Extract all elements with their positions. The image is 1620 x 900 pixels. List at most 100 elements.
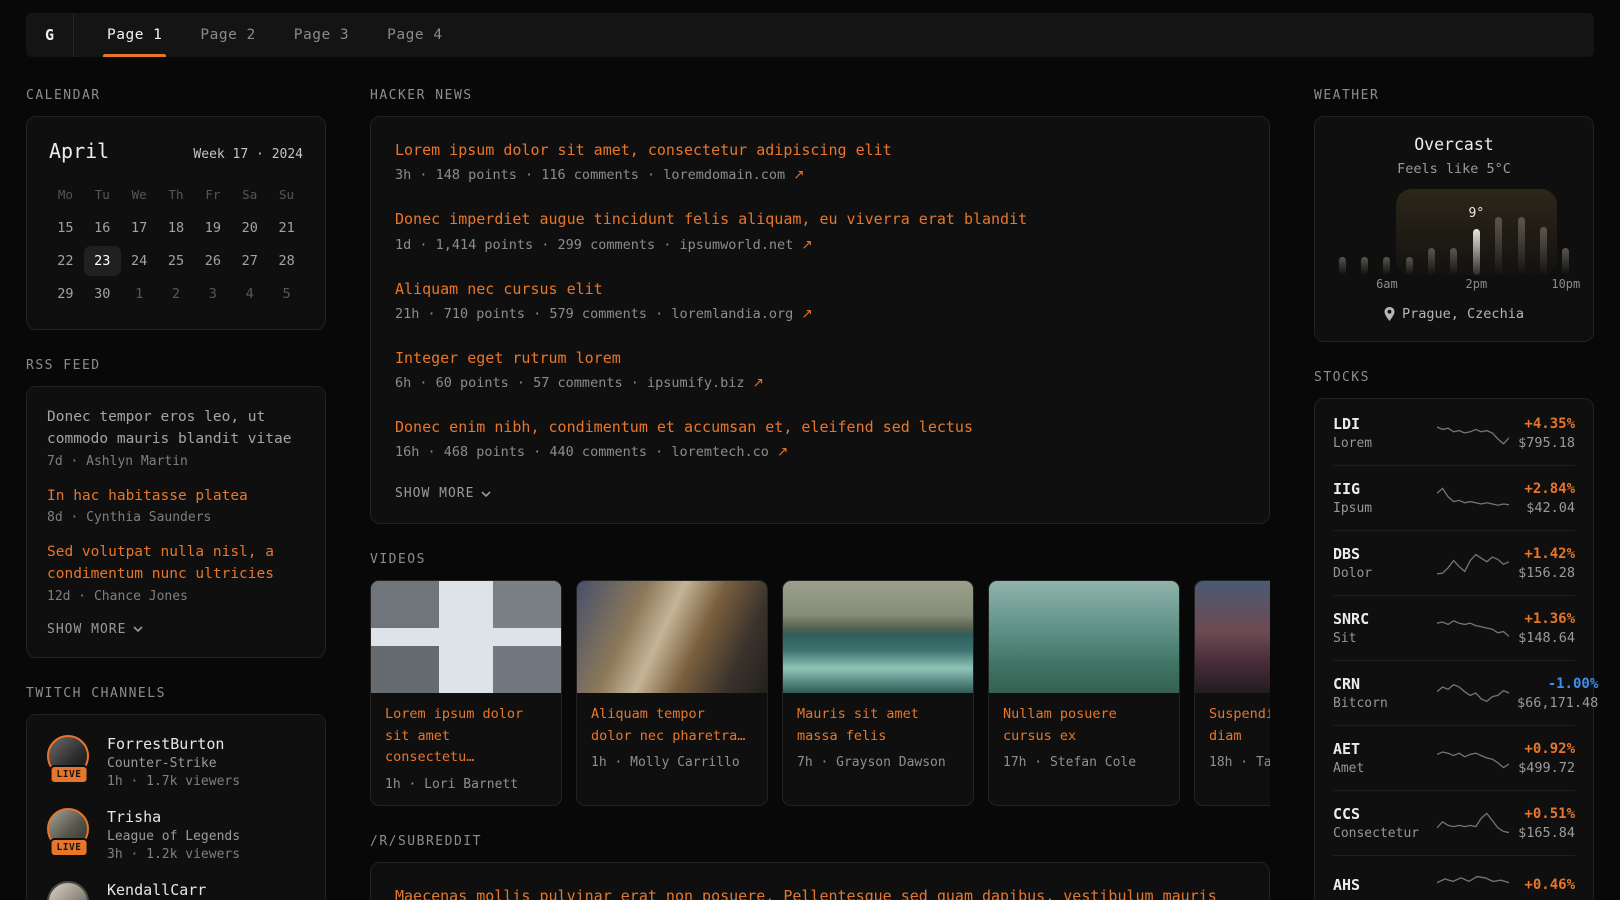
rss-item-title[interactable]: Donec tempor eros leo, ut commodo mauris… bbox=[47, 407, 305, 451]
tab-page-4[interactable]: Page 4 bbox=[368, 13, 461, 57]
weather-section: WEATHER Overcast Feels like 5°C 9°6am2pm… bbox=[1314, 88, 1594, 342]
calendar-day[interactable]: 19 bbox=[194, 213, 231, 243]
hacker-news-section: HACKER NEWS Lorem ipsum dolor sit amet, … bbox=[370, 88, 1270, 524]
twitch-channel-name[interactable]: Trisha bbox=[107, 808, 240, 826]
video-title[interactable]: Mauris sit amet massa felis bbox=[797, 704, 959, 747]
stock-price: $795.18 bbox=[1517, 435, 1575, 451]
stock-sparkline bbox=[1437, 418, 1509, 448]
stock-row[interactable]: LDILorem+4.35%$795.18 bbox=[1333, 401, 1575, 465]
calendar-day[interactable]: 15 bbox=[47, 213, 84, 243]
video-card[interactable]: Lorem ipsum dolor sit amet consectetu…1h… bbox=[370, 580, 562, 806]
calendar-day[interactable]: 27 bbox=[231, 246, 268, 276]
hn-story-title[interactable]: Integer eget rutrum lorem bbox=[395, 347, 1245, 370]
rss-card: Donec tempor eros leo, ut commodo mauris… bbox=[26, 386, 326, 658]
calendar-day[interactable]: 22 bbox=[47, 246, 84, 276]
twitch-channel-name[interactable]: KendallCarr bbox=[107, 881, 206, 899]
video-card[interactable]: Aliquam tempor dolor nec pharetra…1h · M… bbox=[576, 580, 768, 806]
hn-story-title[interactable]: Lorem ipsum dolor sit amet, consectetur … bbox=[395, 139, 1245, 162]
app-logo[interactable]: G bbox=[26, 13, 74, 57]
weather-feels-like: Feels like 5°C bbox=[1331, 161, 1577, 177]
twitch-channel-name[interactable]: ForrestBurton bbox=[107, 735, 240, 753]
calendar-day[interactable]: 25 bbox=[158, 246, 195, 276]
video-thumbnail bbox=[577, 581, 767, 693]
stock-price: $499.72 bbox=[1517, 760, 1575, 776]
video-meta: 18h · Tara bbox=[1209, 755, 1270, 770]
show-more-button[interactable]: SHOW MORE bbox=[395, 486, 491, 501]
calendar-day[interactable]: 24 bbox=[121, 246, 158, 276]
calendar-day-selected[interactable]: 23 bbox=[84, 246, 121, 276]
stock-row[interactable]: IIGIpsum+2.84%$42.04 bbox=[1333, 465, 1575, 530]
weather-bar bbox=[1562, 248, 1569, 275]
video-title[interactable]: Lorem ipsum dolor sit amet consectetu… bbox=[385, 704, 547, 769]
external-link-icon: ↗ bbox=[777, 444, 788, 460]
rss-item-meta: 12d · Chance Jones bbox=[47, 589, 305, 604]
stock-info: CRNBitcorn bbox=[1333, 675, 1429, 711]
calendar-day[interactable]: 5 bbox=[268, 279, 305, 309]
calendar-day[interactable]: 2 bbox=[158, 279, 195, 309]
live-badge: LIVE bbox=[50, 838, 89, 857]
twitch-channel-info: TrishaLeague of Legends3h · 1.2k viewers bbox=[107, 808, 240, 862]
calendar-day[interactable]: 28 bbox=[268, 246, 305, 276]
stock-ticker: CCS bbox=[1333, 805, 1429, 823]
calendar-grid: MoTuWeThFrSaSu15161718192021222324252627… bbox=[47, 183, 305, 309]
video-title[interactable]: Aliquam tempor dolor nec pharetra… bbox=[591, 704, 753, 747]
calendar-day[interactable]: 1 bbox=[121, 279, 158, 309]
stock-values: +0.92%$499.72 bbox=[1517, 741, 1575, 776]
calendar-day[interactable]: 18 bbox=[158, 213, 195, 243]
twitch-channel[interactable]: LIVEForrestBurtonCounter-Strike1h · 1.7k… bbox=[47, 735, 305, 789]
calendar-day[interactable]: 20 bbox=[231, 213, 268, 243]
stock-values: +4.35%$795.18 bbox=[1517, 416, 1575, 451]
external-link-icon: ↗ bbox=[801, 237, 812, 253]
stock-row[interactable]: CCSConsectetur+0.51%$165.84 bbox=[1333, 790, 1575, 855]
video-card[interactable]: Mauris sit amet massa felis 7h · Grayson … bbox=[782, 580, 974, 806]
calendar-day[interactable]: 29 bbox=[47, 279, 84, 309]
hn-story-title[interactable]: Donec imperdiet augue tincidunt felis al… bbox=[395, 208, 1245, 231]
video-card[interactable]: Nullam posuere cursus ex17h · Stefan Col… bbox=[988, 580, 1180, 806]
video-title[interactable]: Nullam posuere cursus ex bbox=[1003, 704, 1165, 747]
calendar-day[interactable]: 3 bbox=[194, 279, 231, 309]
rss-item-title[interactable]: Sed volutpat nulla nisl, a condimentum n… bbox=[47, 542, 305, 586]
weather-hour-label: 2pm bbox=[1466, 277, 1488, 291]
video-card-body: Mauris sit amet massa felis 7h · Grayson … bbox=[783, 693, 973, 783]
stock-row[interactable]: AETAmet+0.92%$499.72 bbox=[1333, 725, 1575, 790]
show-more-button[interactable]: SHOW MORE bbox=[47, 622, 143, 637]
stock-row[interactable]: SNRCSit+1.36%$148.64 bbox=[1333, 595, 1575, 660]
tab-page-2[interactable]: Page 2 bbox=[181, 13, 274, 57]
stock-values: +1.42%$156.28 bbox=[1517, 546, 1575, 581]
weather-card: Overcast Feels like 5°C 9°6am2pm10pm Pra… bbox=[1314, 116, 1594, 342]
stock-ticker: AET bbox=[1333, 740, 1429, 758]
twitch-channel[interactable]: LIVE TrishaLeague of Legends3h · 1.2k vie… bbox=[47, 808, 305, 862]
page-tabs: Page 1Page 2Page 3Page 4 bbox=[88, 13, 462, 57]
calendar-day[interactable]: 16 bbox=[84, 213, 121, 243]
stock-name: Sit bbox=[1333, 631, 1429, 646]
subreddit-post-title[interactable]: Maecenas mollis pulvinar erat non posuer… bbox=[395, 885, 1245, 900]
twitch-channel-meta: 3h · 1.2k viewers bbox=[107, 847, 240, 862]
videos-section-title: VIDEOS bbox=[370, 552, 1270, 567]
calendar-day[interactable]: 17 bbox=[121, 213, 158, 243]
hn-story-title[interactable]: Aliquam nec cursus elit bbox=[395, 278, 1245, 301]
video-title[interactable]: Suspendisse tempor diam bbox=[1209, 704, 1270, 747]
tab-page-3[interactable]: Page 3 bbox=[275, 13, 368, 57]
twitch-section: TWITCH CHANNELS LIVEForrestBurtonCounter… bbox=[26, 686, 326, 900]
stock-row[interactable]: DBSDolor+1.42%$156.28 bbox=[1333, 530, 1575, 595]
stock-price: $66,171.48 bbox=[1517, 695, 1598, 711]
calendar-day[interactable]: 26 bbox=[194, 246, 231, 276]
stock-values: +2.84%$42.04 bbox=[1517, 481, 1575, 516]
rss-item-meta: 8d · Cynthia Saunders bbox=[47, 510, 305, 525]
video-card[interactable]: Suspendisse tempor diam 18h · Tara bbox=[1194, 580, 1270, 806]
videos-row: Lorem ipsum dolor sit amet consectetu…1h… bbox=[370, 580, 1270, 806]
rss-item-title[interactable]: In hac habitasse platea bbox=[47, 486, 305, 508]
weather-bar bbox=[1428, 248, 1435, 275]
stock-row[interactable]: AHS+0.46% bbox=[1333, 855, 1575, 900]
hn-story-title[interactable]: Donec enim nibh, condimentum et accumsan… bbox=[395, 416, 1245, 439]
calendar-day[interactable]: 4 bbox=[231, 279, 268, 309]
twitch-channel[interactable]: KendallCarr bbox=[47, 881, 305, 900]
top-navbar: G Page 1Page 2Page 3Page 4 bbox=[26, 13, 1594, 57]
weather-bars: 9° bbox=[1331, 189, 1577, 275]
stock-row[interactable]: CRNBitcorn-1.00%$66,171.48 bbox=[1333, 660, 1575, 725]
calendar-day-header: Mo bbox=[47, 183, 84, 210]
calendar-day[interactable]: 30 bbox=[84, 279, 121, 309]
tab-page-1[interactable]: Page 1 bbox=[88, 13, 181, 57]
calendar-day[interactable]: 21 bbox=[268, 213, 305, 243]
video-meta: 7h · Grayson Dawson bbox=[797, 755, 959, 770]
